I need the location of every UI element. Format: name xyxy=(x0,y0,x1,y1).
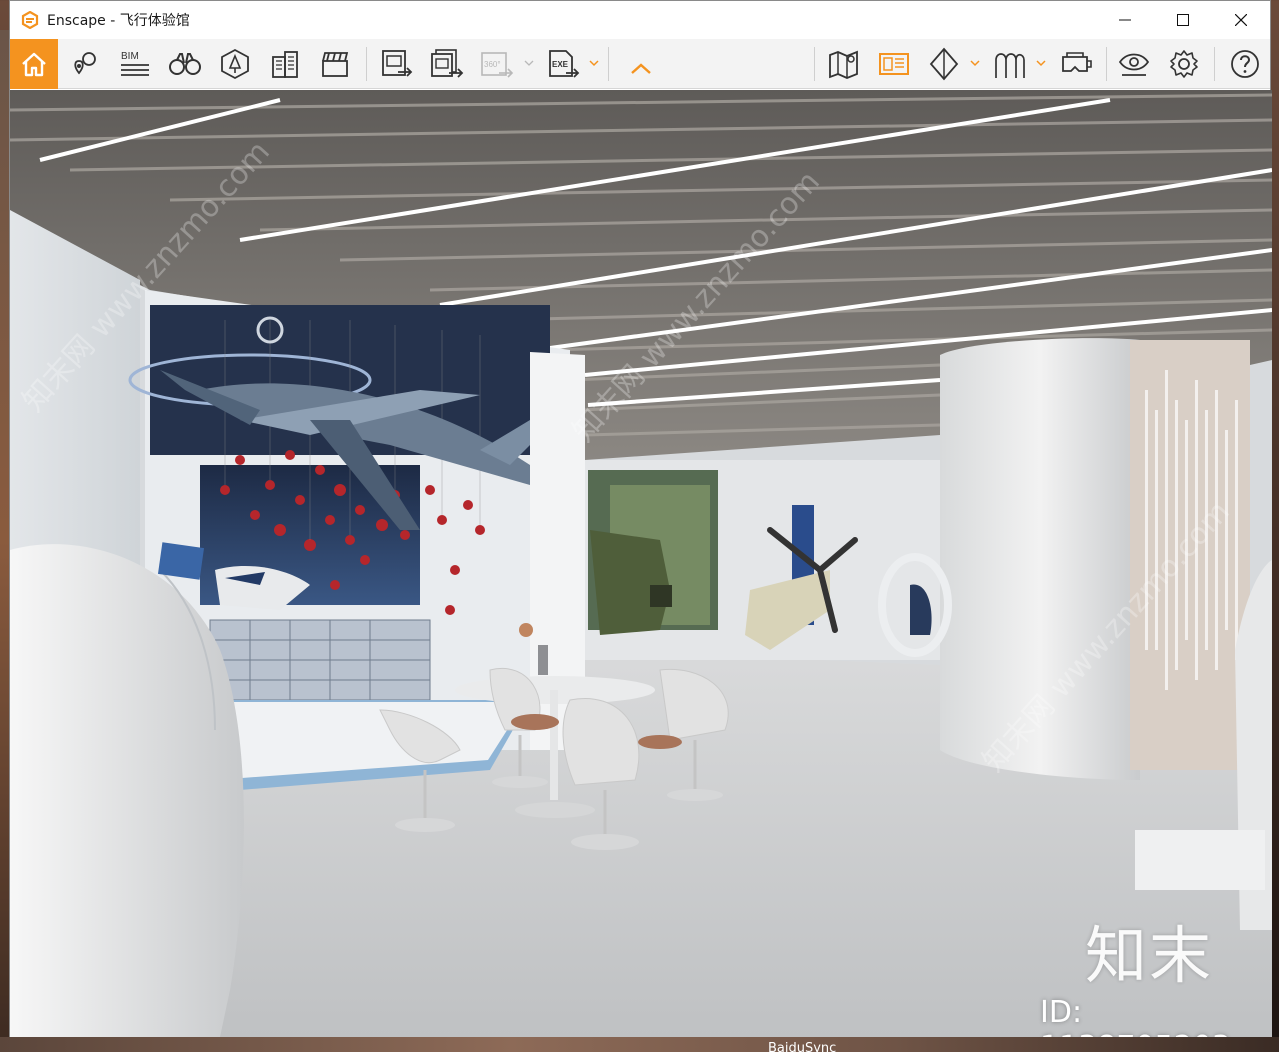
close-icon xyxy=(1235,14,1247,26)
binoculars-icon xyxy=(169,53,201,75)
buildings-icon xyxy=(272,51,298,78)
view-pins-icon xyxy=(74,52,96,75)
bim-button[interactable]: BIM xyxy=(112,42,158,86)
toolbar-separator xyxy=(1214,47,1215,81)
exe-export-icon: EXE xyxy=(549,50,580,78)
eye-settings-icon xyxy=(1118,53,1150,76)
enscape-window: Enscape - 飞行体验馆 BIM 360° EXE 知末网 www.znz… xyxy=(9,0,1272,1037)
minimap-button[interactable] xyxy=(871,42,917,86)
asset-library-icon xyxy=(221,48,249,80)
panorama-360-icon: 360° xyxy=(481,52,514,78)
maximize-button[interactable] xyxy=(1154,1,1212,39)
chevron-down-icon xyxy=(970,60,980,67)
help-icon xyxy=(1231,50,1259,78)
video-editor-button[interactable] xyxy=(312,42,358,86)
enscape-logo-icon xyxy=(19,9,41,31)
section-dropdown[interactable] xyxy=(968,53,982,73)
render-viewport[interactable]: 知末网 www.znzmo.com 知末网 www.znzmo.com 知末网 … xyxy=(10,90,1272,1037)
screenshot-export-button[interactable] xyxy=(374,42,420,86)
toolbar-separator xyxy=(366,47,367,81)
svg-text:BIM: BIM xyxy=(121,51,139,62)
help-button[interactable] xyxy=(1222,42,1268,86)
home-button[interactable] xyxy=(10,39,58,89)
toolbar-separator xyxy=(814,47,815,81)
toolbar-separator xyxy=(608,47,609,81)
clapperboard-icon xyxy=(322,52,349,77)
panorama-button[interactable]: 360° xyxy=(474,42,520,86)
visual-settings-button[interactable] xyxy=(1111,42,1157,86)
asset-library-button[interactable] xyxy=(212,42,258,86)
batch-render-icon xyxy=(431,49,464,78)
exe-dropdown[interactable] xyxy=(587,53,601,73)
chevron-down-icon xyxy=(589,60,599,67)
minimize-icon xyxy=(1119,19,1131,21)
toolbar-separator xyxy=(1106,47,1107,81)
vr-headset-icon xyxy=(1062,52,1092,72)
minimap-icon xyxy=(879,53,909,75)
exe-export-button[interactable]: EXE xyxy=(540,42,586,86)
people-button[interactable] xyxy=(986,42,1032,86)
title-bar[interactable]: Enscape - 飞行体验馆 xyxy=(10,1,1270,39)
collapse-toolbar-button[interactable] xyxy=(618,53,664,83)
vr-headset-button[interactable] xyxy=(1052,42,1098,86)
window-title: Enscape - 飞行体验馆 xyxy=(47,13,190,29)
svg-text:EXE: EXE xyxy=(552,60,569,69)
desktop-item-label[interactable]: BaiduSync xyxy=(768,1041,836,1052)
people-icon xyxy=(995,53,1025,78)
views-button[interactable] xyxy=(62,42,108,86)
export-screenshot-icon xyxy=(382,50,413,77)
gear-icon xyxy=(1170,50,1198,78)
desktop-background xyxy=(0,30,9,1052)
chevron-up-icon xyxy=(631,63,651,74)
panorama-dropdown[interactable] xyxy=(522,53,536,73)
desktop-background-bottom xyxy=(0,1037,1279,1052)
buildings-button[interactable] xyxy=(262,42,308,86)
minimize-button[interactable] xyxy=(1096,1,1154,39)
binoculars-button[interactable] xyxy=(162,42,208,86)
bim-icon: BIM xyxy=(121,51,149,76)
maximize-icon xyxy=(1177,14,1189,26)
chevron-down-icon xyxy=(524,60,534,66)
section-button[interactable] xyxy=(921,42,967,86)
home-icon xyxy=(22,52,46,77)
toolbar: BIM 360° EXE xyxy=(10,39,1270,89)
settings-button[interactable] xyxy=(1161,42,1207,86)
batch-render-button[interactable] xyxy=(424,42,470,86)
people-dropdown[interactable] xyxy=(1034,53,1048,73)
watermark-brand: 知末 xyxy=(1085,919,1214,992)
map-icon xyxy=(829,50,858,79)
section-icon xyxy=(929,47,959,81)
close-button[interactable] xyxy=(1212,1,1270,39)
chevron-down-icon xyxy=(1036,60,1046,67)
watermark-id: ID: 1138705203 xyxy=(1040,995,1231,1037)
svg-text:360°: 360° xyxy=(484,60,501,69)
map-button[interactable] xyxy=(821,42,867,86)
